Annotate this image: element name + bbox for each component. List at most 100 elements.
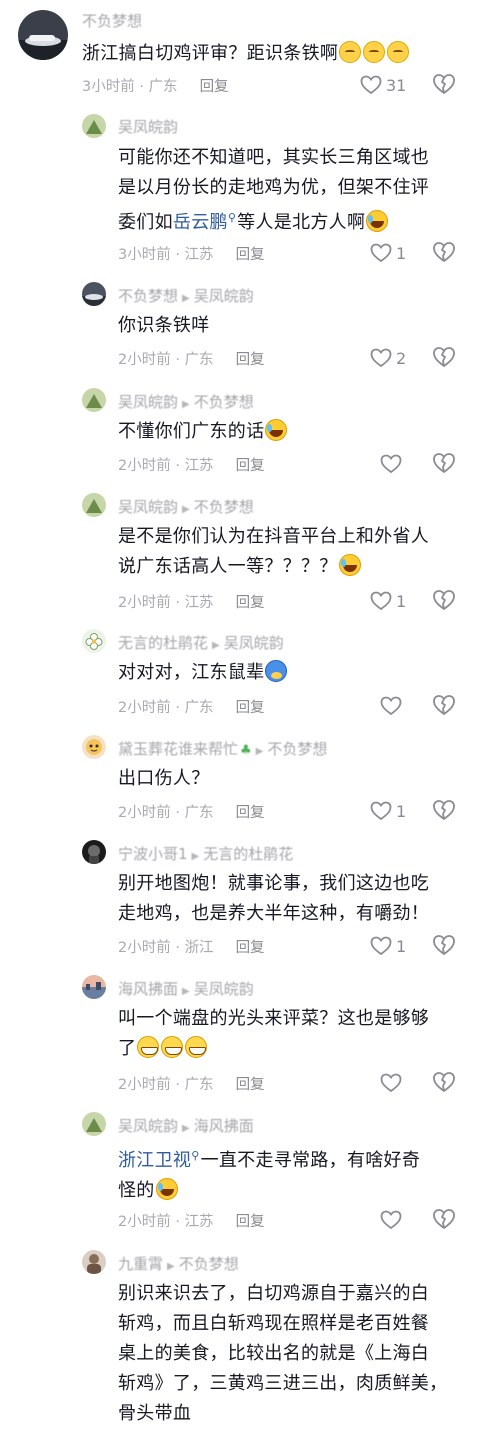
location: 广东: [184, 1077, 214, 1093]
like-count: 1: [396, 936, 407, 956]
comment-meta: 3小时前 · 广东 回复: [82, 79, 229, 95]
username[interactable]: 吴凤皖韵: [118, 116, 178, 137]
reply-to-username[interactable]: 吴凤皖韵: [194, 980, 254, 998]
username[interactable]: 九重霄 ▶ 不负梦想: [118, 1253, 239, 1274]
reply-button[interactable]: 回复: [236, 595, 265, 611]
reply-to-username[interactable]: 海风拂面: [194, 1117, 254, 1135]
heart-icon: [370, 936, 392, 956]
timestamp: 2小时前: [118, 352, 171, 368]
comment-line: 骨头带血: [118, 1403, 192, 1424]
timestamp: 2小时前: [118, 1077, 171, 1093]
avatar[interactable]: [82, 735, 106, 759]
emoji-icon: [363, 41, 386, 63]
avatar[interactable]: [82, 388, 106, 412]
reply-to-username[interactable]: 无言的杜鹃花: [203, 845, 293, 863]
reply-button[interactable]: 回复: [236, 1077, 265, 1093]
username[interactable]: 吴凤皖韵 ▶ 不负梦想: [118, 391, 254, 412]
like-button[interactable]: 1: [370, 934, 406, 958]
reply-to-username[interactable]: 不负梦想: [194, 393, 254, 411]
reply-to-username[interactable]: 不负梦想: [179, 1255, 239, 1273]
comment-text: 不懂你们广东的话: [118, 417, 474, 447]
timestamp: 2小时前: [118, 700, 171, 716]
like-button[interactable]: 1: [370, 241, 406, 265]
comment-meta: 2小时前 · 江苏 回复: [118, 458, 265, 474]
reply-button[interactable]: 回复: [236, 940, 265, 956]
like-button[interactable]: 2: [370, 346, 406, 370]
like-count: 1: [396, 243, 407, 263]
dislike-button[interactable]: [432, 73, 458, 97]
reply-to-username[interactable]: 不负梦想: [267, 740, 327, 758]
comment-line: 别开地图炮！就事论事，我们这边也吃: [118, 873, 430, 894]
reply-arrow-icon: ▶: [182, 1123, 190, 1134]
timestamp: 3小时前: [82, 79, 135, 95]
comment-line: 斩鸡》了，三黄鸡三进三出，肉质鲜美，: [118, 1373, 448, 1394]
emoji-icon: [339, 41, 362, 63]
avatar[interactable]: [82, 114, 106, 138]
heart-icon: [380, 696, 402, 716]
username[interactable]: 黛玉葬花谁来帮忙 ♣ ▶ 不负梦想: [118, 738, 327, 759]
reply-to-username[interactable]: 吴凤皖韵: [194, 287, 254, 305]
avatar[interactable]: [18, 10, 68, 60]
comment-text-span: 等人是北方人啊: [237, 212, 366, 233]
reply-to-username[interactable]: 吴凤皖韵: [224, 634, 284, 652]
emoji-icon: [265, 419, 288, 441]
broken-heart-icon: [433, 242, 455, 262]
username[interactable]: 吴凤皖韵 ▶ 海风拂面: [118, 1115, 254, 1136]
emoji-icon: [137, 1036, 160, 1058]
comment-line: 桌上的美食，比较出名的就是《上海白: [118, 1343, 430, 1364]
avatar[interactable]: [82, 975, 106, 999]
like-button[interactable]: 31: [360, 73, 406, 97]
dislike-button[interactable]: [432, 589, 458, 613]
emoji-icon: [366, 210, 389, 232]
reply-arrow-icon: ▶: [182, 399, 190, 410]
emoji-icon: [387, 41, 410, 63]
avatar[interactable]: [82, 493, 106, 517]
reply-arrow-icon: ▶: [182, 293, 190, 304]
location: 广东: [184, 700, 214, 716]
comment-meta: 2小时前 · 广东 回复: [118, 1077, 265, 1093]
like-button[interactable]: [380, 694, 406, 718]
username-text: 无言的杜鹃花: [118, 634, 209, 652]
like-button[interactable]: 1: [370, 799, 406, 823]
avatar[interactable]: [82, 840, 106, 864]
dislike-button[interactable]: [432, 799, 458, 823]
username[interactable]: 不负梦想 ▶ 吴凤皖韵: [118, 285, 254, 306]
avatar[interactable]: [82, 629, 106, 653]
reply-button[interactable]: 回复: [236, 458, 265, 474]
avatar[interactable]: [82, 1112, 106, 1136]
broken-heart-icon: [433, 74, 455, 94]
dislike-button[interactable]: [432, 934, 458, 958]
timestamp: 2小时前: [118, 1214, 171, 1230]
dislike-button[interactable]: [432, 452, 458, 476]
reply-button[interactable]: 回复: [200, 79, 229, 95]
reply-button[interactable]: 回复: [236, 1214, 265, 1230]
username[interactable]: 不负梦想: [82, 10, 142, 31]
topic-link[interactable]: 浙江卫视: [118, 1150, 191, 1171]
reply-button[interactable]: 回复: [236, 352, 265, 368]
username[interactable]: 无言的杜鹃花 ▶ 吴凤皖韵: [118, 632, 284, 653]
dislike-button[interactable]: [432, 241, 458, 265]
username[interactable]: 吴凤皖韵 ▶ 不负梦想: [118, 496, 254, 517]
reply-button[interactable]: 回复: [236, 700, 265, 716]
emoji-icon: [161, 1036, 184, 1058]
dislike-button[interactable]: [432, 1208, 458, 1232]
comment-text: 出口伤人？: [118, 764, 474, 794]
dislike-button[interactable]: [432, 346, 458, 370]
username-text: 黛玉葬花谁来帮忙: [118, 740, 239, 758]
reply-button[interactable]: 回复: [236, 247, 265, 263]
topic-link[interactable]: 岳云鹏: [173, 212, 228, 233]
reply-button[interactable]: 回复: [236, 805, 265, 821]
username[interactable]: 宁波小哥1 ▶ 无言的杜鹃花: [118, 843, 293, 864]
broken-heart-icon: [433, 1072, 455, 1092]
like-button[interactable]: [380, 452, 406, 476]
dislike-button[interactable]: [432, 1071, 458, 1095]
like-button[interactable]: [380, 1071, 406, 1095]
like-button[interactable]: 1: [370, 589, 406, 613]
avatar[interactable]: [82, 282, 106, 306]
dislike-button[interactable]: [432, 694, 458, 718]
username[interactable]: 海风拂面 ▶ 吴凤皖韵: [118, 978, 254, 999]
timestamp: 2小时前: [118, 940, 171, 956]
like-button[interactable]: [380, 1208, 406, 1232]
reply-to-username[interactable]: 不负梦想: [194, 498, 254, 516]
avatar[interactable]: [82, 1250, 106, 1274]
